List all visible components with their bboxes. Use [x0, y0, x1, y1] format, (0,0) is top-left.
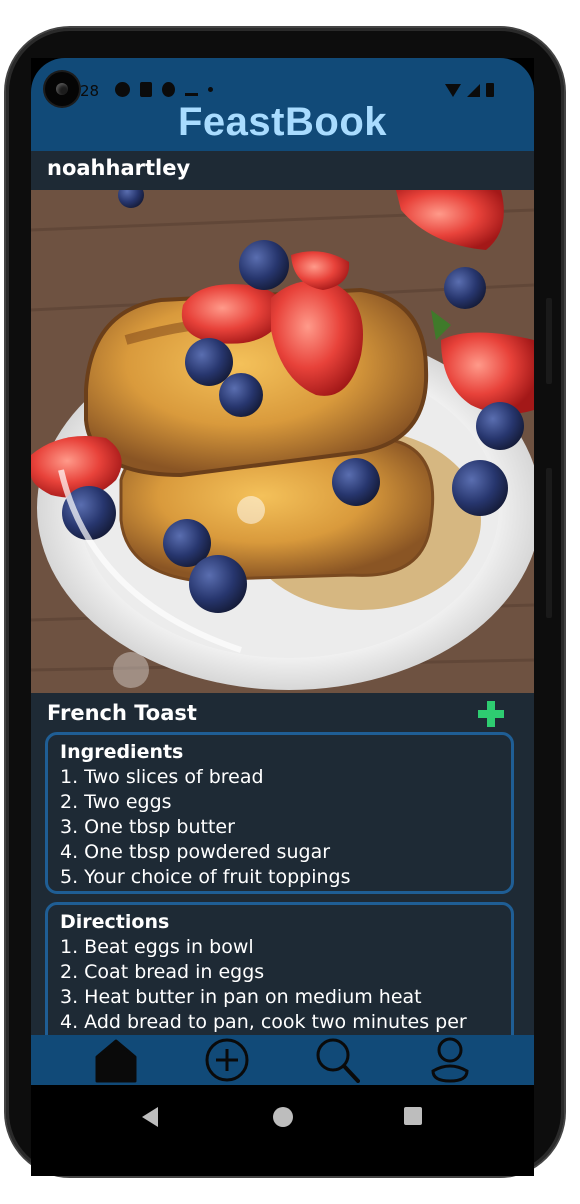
directions-card: Directions 1. Beat eggs in bowl 2. Coat …: [45, 902, 514, 1035]
ingredient-item: 2. Two eggs: [60, 791, 172, 813]
system-status-icons: [445, 83, 494, 97]
direction-item: 2. Coat bread in eggs: [60, 961, 265, 983]
ingredient-item: 4. One tbsp powdered sugar: [60, 841, 331, 863]
home-circle-icon[interactable]: [273, 1107, 293, 1127]
ingredient-item: 1. Two slices of bread: [60, 766, 264, 788]
volume-button: [546, 468, 552, 618]
direction-item: 4. Add bread to pan, cook two minutes pe…: [60, 1011, 467, 1033]
status-time: 28: [80, 82, 100, 100]
signal-icon: [467, 83, 480, 97]
direction-item: 1. Beat eggs in bowl: [60, 936, 254, 958]
screen: 28 FeastBook noahhartley French Toast In…: [31, 58, 534, 1176]
battery-icon: [486, 83, 494, 97]
add-circle-icon[interactable]: [204, 1037, 250, 1083]
ingredient-item: 3. One tbsp butter: [60, 816, 235, 838]
app-header: 28 FeastBook: [31, 58, 534, 151]
plus-icon[interactable]: [476, 699, 506, 729]
recipe-title: French Toast: [47, 701, 197, 725]
check-icon: [185, 93, 198, 96]
directions-title: Directions: [60, 911, 170, 933]
direction-item: 3. Heat butter in pan on medium heat: [60, 986, 422, 1008]
recipe-photo[interactable]: [31, 190, 534, 693]
wifi-icon: [445, 83, 461, 97]
recipe-details: French Toast Ingredients 1. Two slices o…: [31, 693, 534, 1035]
ingredients-title: Ingredients: [60, 741, 184, 763]
app-title: FeastBook: [178, 100, 387, 144]
recent-apps-icon[interactable]: [404, 1107, 422, 1125]
power-button: [546, 298, 552, 384]
autofill-a-icon: [115, 82, 130, 97]
french-toast-image: [31, 190, 534, 693]
dot-icon: [208, 87, 213, 92]
bottom-nav: [31, 1035, 534, 1085]
ingredient-item: 5. Your choice of fruit toppings: [60, 866, 351, 888]
search-icon[interactable]: [314, 1037, 360, 1083]
ingredients-card: Ingredients 1. Two slices of bread 2. Tw…: [45, 732, 514, 894]
profile-icon[interactable]: [427, 1037, 473, 1083]
home-icon[interactable]: [93, 1037, 139, 1083]
user-bar[interactable]: noahhartley: [31, 151, 534, 190]
username[interactable]: noahhartley: [47, 156, 190, 180]
sd-card-icon: [140, 82, 152, 97]
bug-icon: [162, 82, 175, 97]
system-nav-bar: [31, 1085, 534, 1176]
back-icon[interactable]: [142, 1107, 158, 1127]
status-notification-icons: [115, 82, 213, 97]
